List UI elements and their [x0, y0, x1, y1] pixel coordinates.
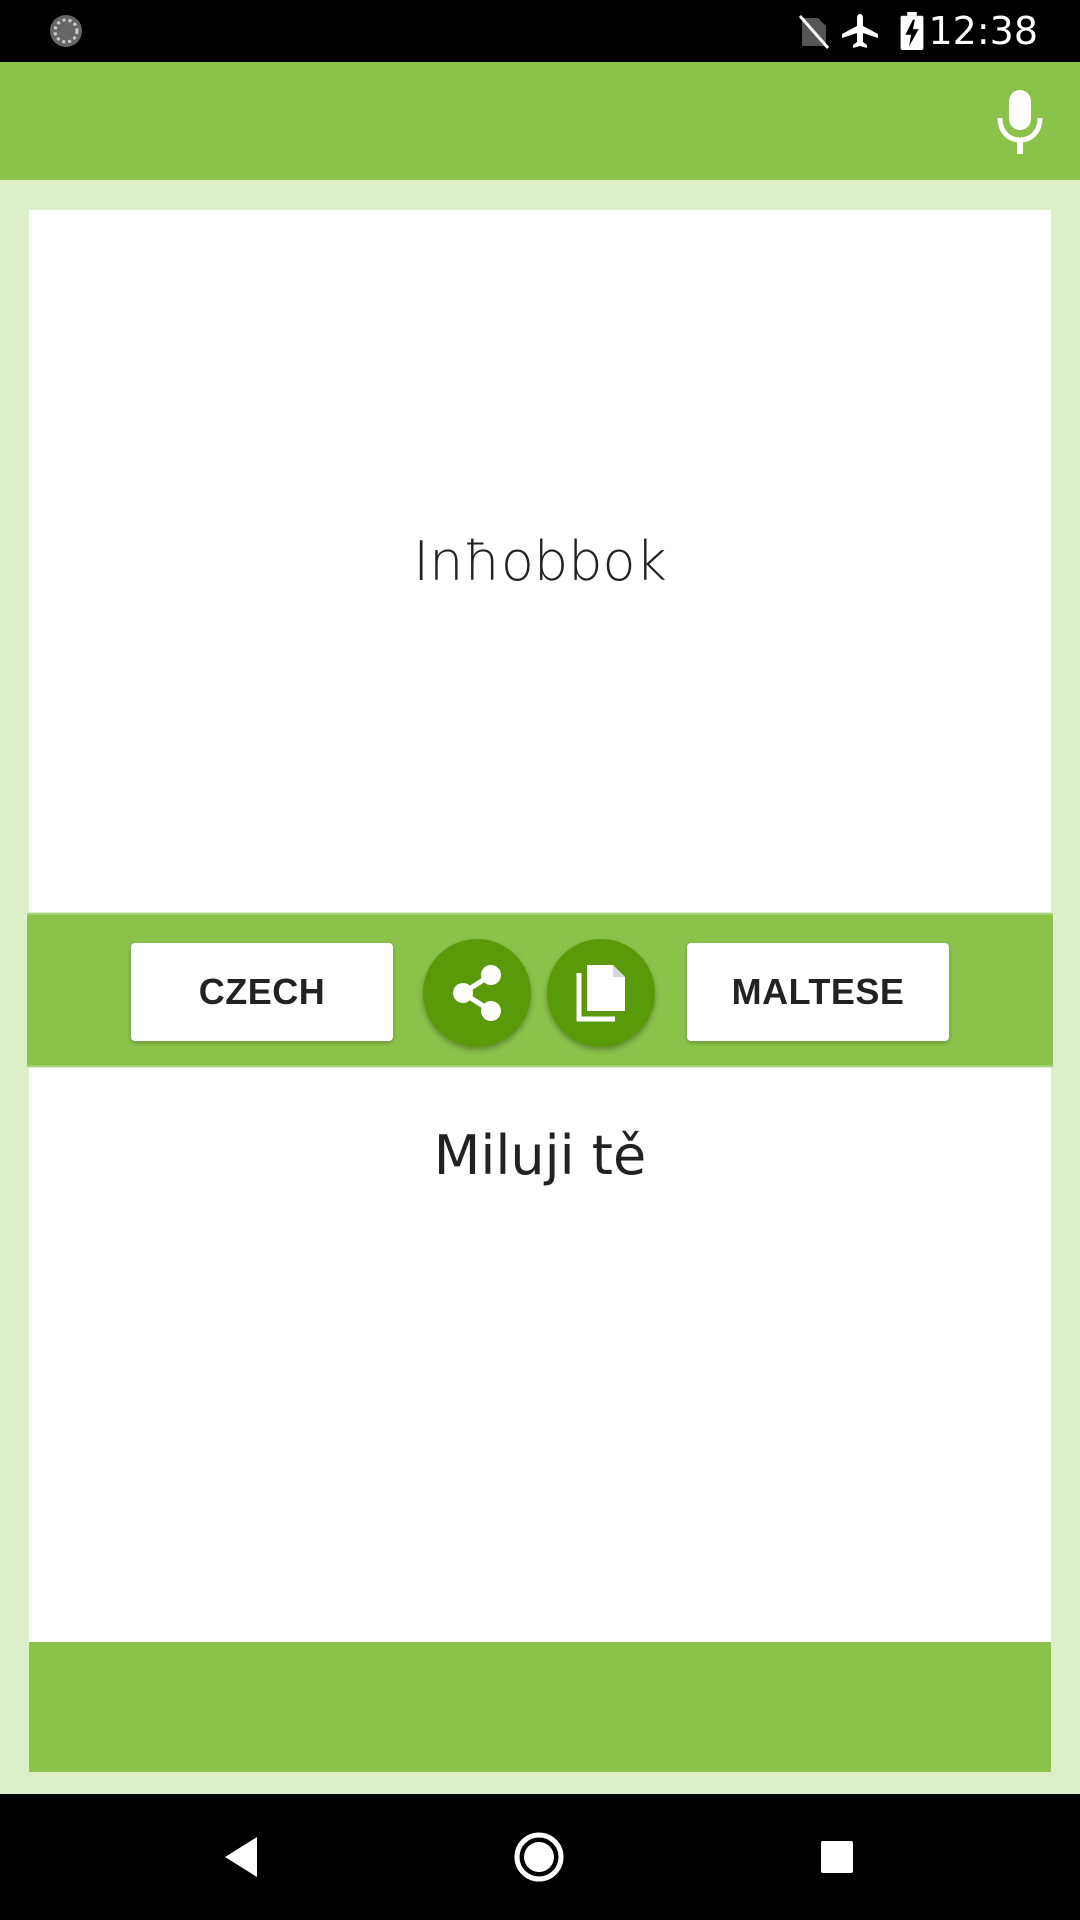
target-language-button[interactable]: MALTESE: [687, 943, 949, 1041]
translation-panel: Miluji tě: [29, 1068, 1051, 1642]
back-button[interactable]: [208, 1824, 274, 1890]
recents-icon: [821, 1841, 853, 1873]
share-icon: [453, 965, 501, 1021]
recents-button[interactable]: [804, 1824, 870, 1890]
source-text: Inħobbok: [413, 530, 667, 593]
share-button[interactable]: [423, 939, 531, 1047]
bottom-banner-area: [29, 1642, 1051, 1772]
app-toolbar: [0, 62, 1080, 180]
system-navigation-bar: [0, 1794, 1080, 1920]
home-icon: [514, 1832, 564, 1882]
no-sim-icon: [798, 15, 830, 49]
battery-charging-icon: [900, 12, 924, 50]
airplane-mode-icon: [842, 14, 878, 48]
translator-screen: 12:38 Inħobbok CZECH MALTESE Miluji tě: [0, 0, 1080, 1920]
back-icon: [225, 1837, 257, 1877]
translation-text: Miluji tě: [433, 1124, 647, 1187]
microphone-icon: [997, 90, 1043, 154]
status-bar: 12:38: [0, 0, 1080, 62]
home-button[interactable]: [506, 1824, 572, 1890]
language-action-bar: CZECH MALTESE: [27, 913, 1053, 1067]
source-language-button[interactable]: CZECH: [131, 943, 393, 1041]
source-text-panel[interactable]: Inħobbok: [29, 210, 1051, 912]
microphone-button[interactable]: [980, 82, 1060, 162]
copy-icon: [576, 965, 625, 1022]
status-time: 12:38: [928, 9, 1038, 53]
copy-button[interactable]: [547, 939, 655, 1047]
sync-icon: [50, 15, 82, 47]
